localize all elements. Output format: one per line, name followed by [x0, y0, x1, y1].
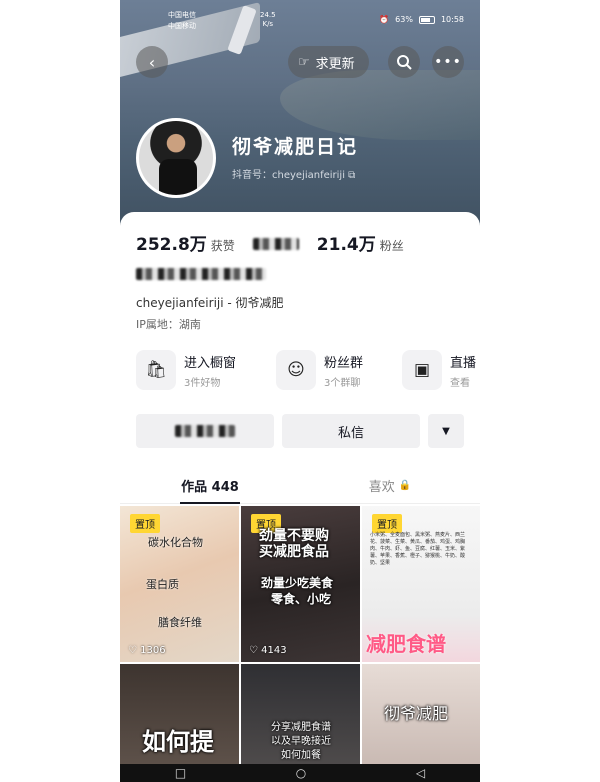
shop-window-shortcut[interactable]: 🛍 进入橱窗 3件好物: [136, 350, 236, 390]
tab-indicator: [180, 502, 240, 504]
copy-icon[interactable]: ⧉: [348, 170, 355, 181]
live-shortcut[interactable]: ▣ 直播 查看: [402, 350, 476, 390]
battery-percent: 63%: [395, 15, 413, 24]
status-bar: 中国电信 中国移动 24.5 K/s ⏰ 63% 10:58: [120, 8, 480, 30]
view-count: ♡ 4143: [249, 645, 287, 656]
lock-icon: 🔒: [398, 480, 412, 491]
tv-icon: ▣: [402, 350, 442, 390]
likes-stat[interactable]: 252.8万 获赞: [136, 230, 235, 255]
blurred-text: [136, 268, 266, 280]
search-button[interactable]: [388, 46, 420, 78]
hand-point-icon: ☞: [298, 54, 310, 70]
pinned-badge: 置顶: [372, 514, 402, 533]
douyin-id[interactable]: 抖音号：cheyejianfeiriji ⧉: [232, 166, 355, 181]
tab-likes[interactable]: 喜欢 🔒: [300, 468, 480, 503]
clock: 10:58: [440, 15, 464, 24]
avatar[interactable]: [136, 118, 216, 198]
ellipsis-icon: •••: [434, 54, 462, 70]
phone-screen: 中国电信 中国移动 24.5 K/s ⏰ 63% 10:58 ‹ ☞ 求更新 •…: [120, 0, 480, 782]
cover-coastline: [280, 70, 480, 140]
content-tabs: 作品 448 喜欢 🔒: [120, 468, 480, 504]
video-thumbnail[interactable]: 置顶 碳水化合物 蛋白质 膳食纤维 ♡ 1306: [120, 506, 239, 662]
ip-location: IP属地：湖南: [136, 318, 201, 331]
shopping-bag-icon: 🛍: [136, 350, 176, 390]
group-chat-icon: ☺: [276, 350, 316, 390]
network-speed: 24.5 K/s: [260, 11, 276, 28]
request-update-button[interactable]: ☞ 求更新: [288, 46, 369, 78]
system-nav-bar: □ ○ ◁: [120, 764, 480, 782]
profile-nickname: 彻爷减肥日记: [232, 136, 359, 158]
alarm-icon: ⏰: [379, 15, 390, 24]
status-right: ⏰ 63% 10:58: [379, 15, 464, 24]
blurred-text: [175, 425, 235, 437]
fan-group-shortcut[interactable]: ☺ 粉丝群 3个群聊: [276, 350, 363, 390]
video-thumbnail[interactable]: 置顶 劲量不要购 买减肥食品 劲量少吃美食 零食、小吃 ♡ 4143: [241, 506, 360, 662]
video-grid: 置顶 碳水化合物 蛋白质 膳食纤维 ♡ 1306 置顶 劲量不要购 买减肥食品 …: [120, 506, 480, 782]
recent-apps-icon[interactable]: □: [175, 766, 186, 780]
caret-down-icon: ▼: [442, 425, 450, 437]
profile-stats: 252.8万 获赞 21.4万 粉丝: [136, 230, 404, 255]
expand-button[interactable]: ▼: [428, 414, 464, 448]
follow-button-blurred[interactable]: [136, 414, 274, 448]
more-options-button[interactable]: •••: [432, 46, 464, 78]
tab-works[interactable]: 作品 448: [120, 468, 300, 503]
blurred-text: [252, 238, 299, 250]
carrier-info: 中国电信 中国移动: [168, 11, 196, 30]
profile-card: 252.8万 获赞 21.4万 粉丝 cheyejianfeiriji - 彻爷减肥…: [120, 212, 480, 782]
home-icon[interactable]: ○: [296, 766, 306, 780]
view-count: ♡ 1306: [128, 645, 166, 656]
message-button[interactable]: 私信: [282, 414, 420, 448]
fans-stat[interactable]: 21.4万 粉丝: [317, 230, 404, 255]
search-icon: [397, 55, 412, 70]
pinned-badge: 置顶: [130, 514, 160, 533]
following-stat-blurred[interactable]: [252, 235, 299, 254]
bio-text: cheyejianfeiriji - 彻爷减肥: [136, 296, 284, 310]
video-thumbnail[interactable]: 置顶 小米粥、全麦面包、黑米粥、燕麦片、西兰花、菠菜、生菜、黄瓜、番茄、鸡蛋、鸡…: [362, 506, 480, 662]
battery-icon: [418, 15, 435, 24]
back-button[interactable]: ‹: [136, 46, 168, 78]
back-nav-icon[interactable]: ◁: [416, 766, 425, 780]
chevron-left-icon: ‹: [148, 52, 156, 72]
